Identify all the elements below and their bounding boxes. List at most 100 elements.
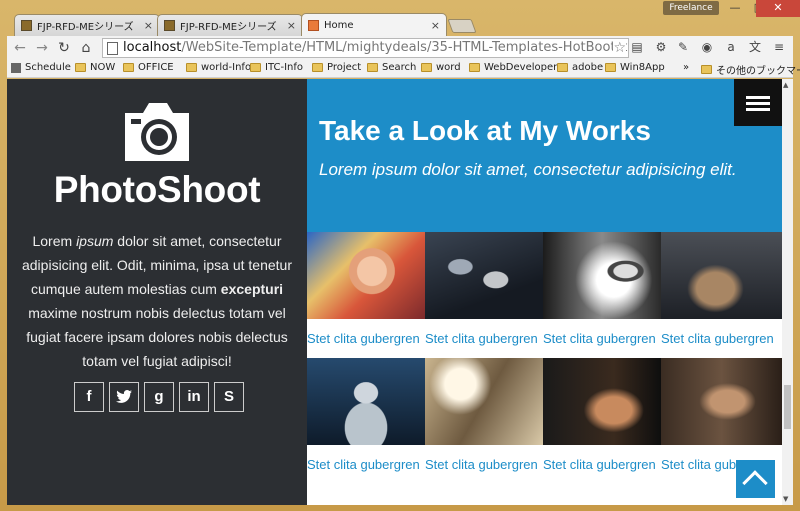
gallery-caption[interactable]: Stet clita gubergren <box>543 319 661 358</box>
google-icon[interactable]: g <box>144 382 174 412</box>
folder-icon <box>469 63 480 72</box>
bookmark-label: WebDeveloper <box>484 62 558 73</box>
bookmark-folder[interactable]: adobe <box>557 62 603 73</box>
camera-logo-icon <box>125 103 189 161</box>
gallery-photo[interactable] <box>543 358 661 445</box>
bookmark-folder[interactable]: WebDeveloper <box>469 62 557 73</box>
amazon-icon[interactable]: a <box>723 39 739 55</box>
gallery-item[interactable]: Stet clita gubergren <box>661 232 782 358</box>
gallery-caption[interactable]: Stet clita gubergren <box>307 445 425 484</box>
bookmark-folder[interactable]: ITC-Info <box>250 62 303 73</box>
hero-title: Take a Look at My Works <box>319 115 651 146</box>
page-icon <box>107 42 118 55</box>
gallery-photo[interactable] <box>543 232 661 319</box>
bookmark-label: word <box>436 62 461 73</box>
gallery-caption[interactable]: Stet clita gubergren <box>425 445 543 484</box>
tab-strip: FJP-RFD-MEシリーズ【従来 × FJP-RFD-MEシリーズ【従来 × … <box>0 0 800 37</box>
bookmark-label: その他のブックマーク <box>716 66 800 77</box>
gallery-item[interactable]: Stet clita gubergren <box>307 358 425 484</box>
hero-banner: Take a Look at My Works Lorem ipsum dolo… <box>307 79 782 232</box>
folder-icon <box>701 65 712 74</box>
gallery-item[interactable]: Stet clita gubergren <box>307 232 425 358</box>
gallery-caption[interactable]: Stet clita gubergren <box>661 319 782 358</box>
bookmark-folder[interactable]: word <box>421 62 461 73</box>
gallery-photo[interactable] <box>661 232 782 319</box>
back-icon[interactable]: ← <box>9 40 31 56</box>
bookmark-star-icon[interactable]: ☆ <box>613 39 626 57</box>
translate-icon[interactable]: 文 <box>747 39 763 55</box>
tab-title: FJP-RFD-MEシリーズ【従来 <box>37 22 140 33</box>
scroll-down-icon[interactable]: ▼ <box>783 495 788 503</box>
gallery-photo[interactable] <box>425 232 543 319</box>
address-bar[interactable]: localhost/WebSite-Template/HTML/mightyde… <box>102 38 629 58</box>
bookmark-folder[interactable]: Win8App <box>605 62 665 73</box>
hamburger-menu-icon[interactable] <box>734 79 782 126</box>
tab-close-icon[interactable]: × <box>431 19 440 32</box>
gallery-photo[interactable] <box>307 358 425 445</box>
scrollbar-thumb[interactable] <box>784 385 791 429</box>
gear-icon[interactable]: ⚙ <box>653 39 669 55</box>
skype-icon[interactable]: S <box>214 382 244 412</box>
gallery-photo[interactable] <box>425 358 543 445</box>
gallery-caption[interactable]: Stet clita gubergren <box>425 319 543 358</box>
gallery-caption[interactable]: Stet clita gubergren <box>307 319 425 358</box>
gallery-item[interactable]: Stet clita gubergren <box>543 358 661 484</box>
bookmark-label: adobe <box>572 62 604 73</box>
sidebar: PhotoShoot Lorem ipsum dolor sit amet, c… <box>7 79 307 505</box>
browser-window: FJP-RFD-MEシリーズ【従来 × FJP-RFD-MEシリーズ【従来 × … <box>0 0 800 511</box>
tab-title: FJP-RFD-MEシリーズ【従来 <box>180 22 283 33</box>
new-tab-button[interactable] <box>447 19 477 33</box>
site-brand[interactable]: PhotoShoot <box>7 169 307 211</box>
gallery-caption[interactable]: Stet clita gubergren <box>543 445 661 484</box>
bookmark-folder[interactable]: OFFICE <box>123 62 174 73</box>
back-to-top-button[interactable] <box>736 460 775 498</box>
intro-strong: excepturi <box>220 281 284 297</box>
gallery-row: Stet clita gubergren Stet clita gubergre… <box>307 232 782 358</box>
scroll-up-icon[interactable]: ▲ <box>783 81 788 89</box>
gallery-item[interactable]: Stet clita gubergren <box>425 358 543 484</box>
twitter-icon[interactable] <box>109 382 139 412</box>
bookmark-label: world-Info <box>201 62 252 73</box>
bookmarks-overflow-icon[interactable]: » <box>683 62 689 73</box>
bookmark-label: ITC-Info <box>265 62 303 73</box>
bookmark-label: Schedule <box>25 62 71 73</box>
reload-icon[interactable]: ↻ <box>53 40 75 56</box>
bookmark-folder[interactable]: Project <box>312 62 361 73</box>
browser-tab[interactable]: FJP-RFD-MEシリーズ【従来 × <box>157 14 303 36</box>
facebook-icon[interactable]: f <box>74 382 104 412</box>
browser-tab[interactable]: FJP-RFD-MEシリーズ【従来 × <box>14 14 160 36</box>
gallery-photo[interactable] <box>661 358 782 445</box>
extension-icon[interactable]: ✎ <box>675 39 691 55</box>
tab-close-icon[interactable]: × <box>287 19 296 32</box>
reader-extension-icon[interactable]: ▤ <box>629 39 645 55</box>
folder-icon <box>557 63 568 72</box>
profile-badge[interactable]: Freelance <box>663 1 719 15</box>
gallery-item[interactable]: Stet clita gubergren <box>543 232 661 358</box>
social-links: f g in S <box>74 382 244 412</box>
bookmark-item[interactable]: Schedule <box>11 62 71 73</box>
menu-icon[interactable]: ≡ <box>771 39 787 55</box>
browser-tab-active[interactable]: Home × <box>301 13 447 37</box>
url-host: localhost <box>123 40 182 55</box>
minimize-icon[interactable]: — <box>722 0 748 17</box>
sidebar-intro-text: Lorem ipsum dolor sit amet, consectetur … <box>19 229 295 373</box>
intro-text: maxime nostrum nobis delectus totam vel … <box>26 305 288 369</box>
page-viewport: PhotoShoot Lorem ipsum dolor sit amet, c… <box>7 79 782 505</box>
page-scrollbar[interactable]: ▲ ▼ <box>782 79 793 505</box>
gallery-item[interactable]: Stet clita gubergren <box>425 232 543 358</box>
bookmark-folder[interactable]: Search <box>367 62 416 73</box>
tab-close-icon[interactable]: × <box>144 19 153 32</box>
tab-title: Home <box>324 20 354 31</box>
home-icon[interactable]: ⌂ <box>75 40 97 56</box>
gallery-photo[interactable] <box>307 232 425 319</box>
linkedin-icon[interactable]: in <box>179 382 209 412</box>
folder-icon <box>75 63 86 72</box>
folder-icon <box>605 63 616 72</box>
close-window-icon[interactable]: ✕ <box>756 0 800 17</box>
other-bookmarks-folder[interactable]: その他のブックマーク <box>701 62 800 77</box>
bookmark-folder[interactable]: NOW <box>75 62 115 73</box>
bookmark-folder[interactable]: world-Info <box>186 62 251 73</box>
extension-icon[interactable]: ◉ <box>699 39 715 55</box>
page-favicon <box>164 20 175 31</box>
forward-icon[interactable]: → <box>31 40 53 56</box>
